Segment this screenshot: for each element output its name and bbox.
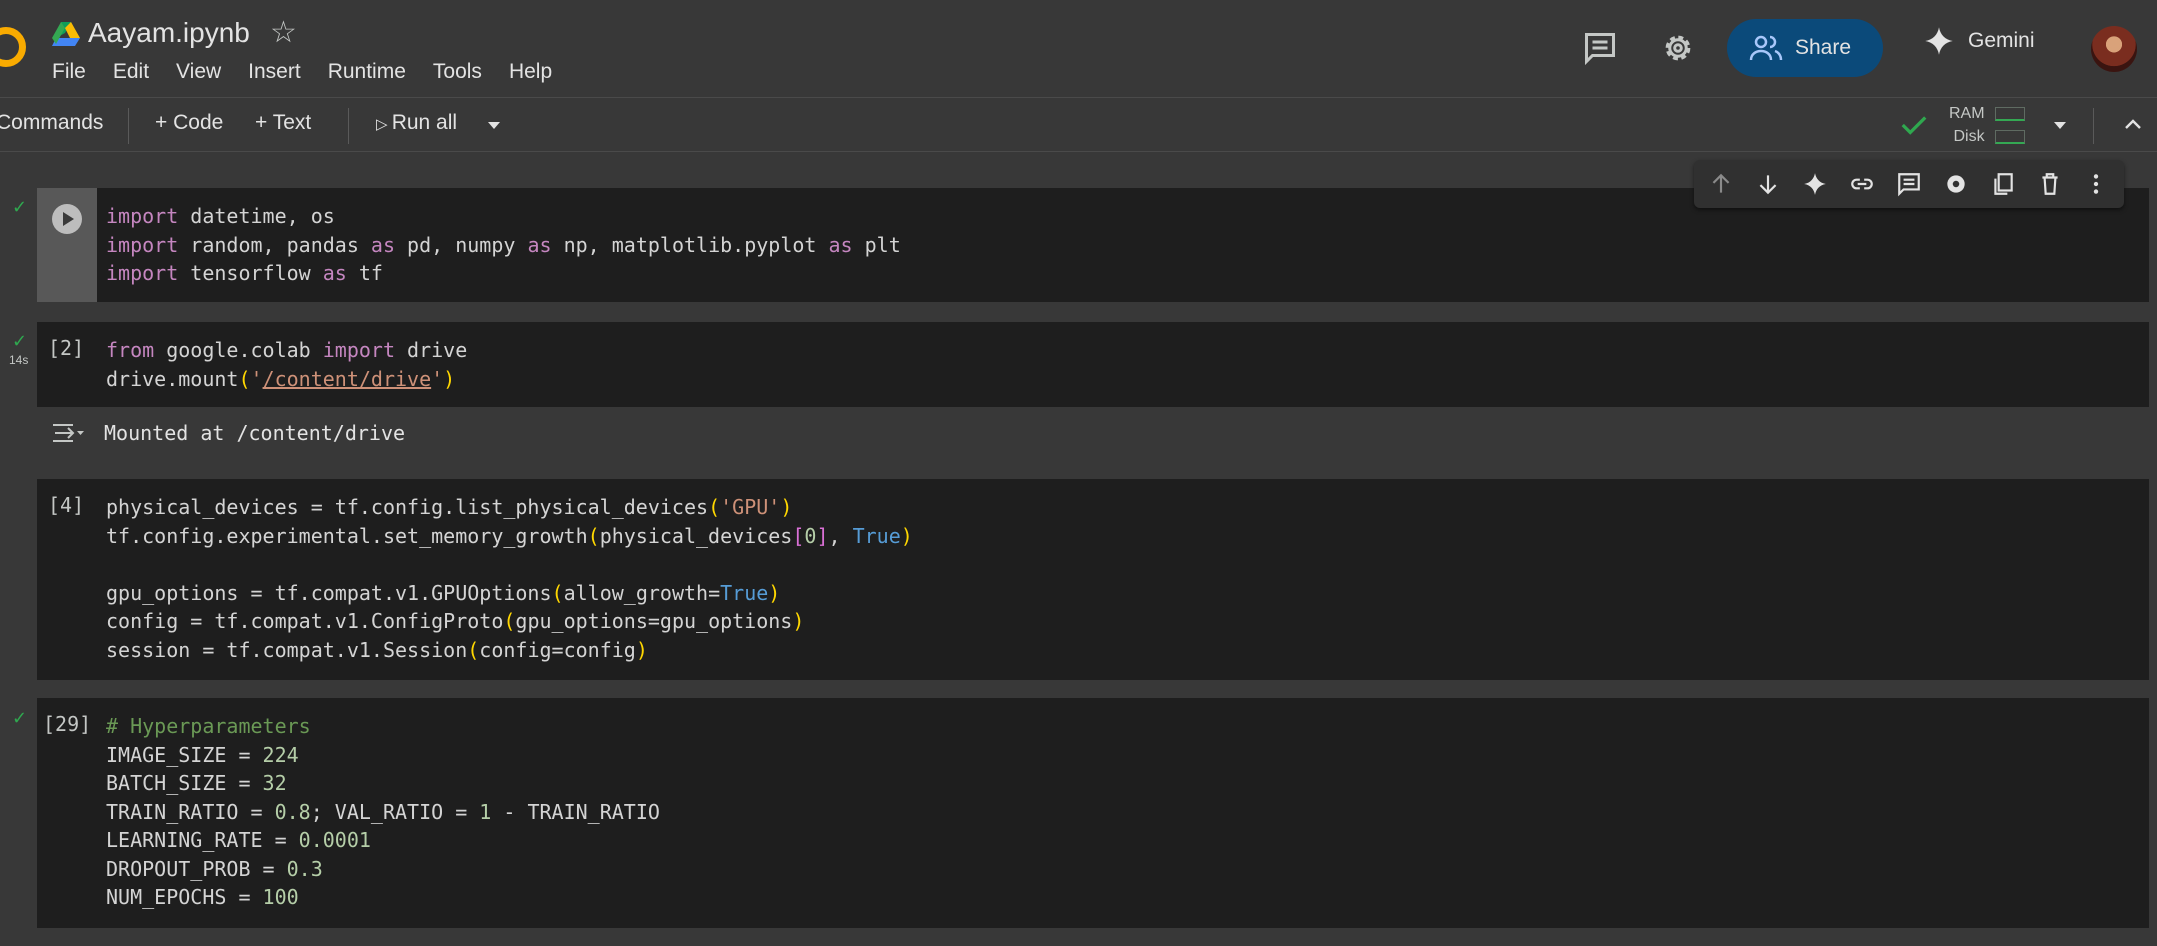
code-cell[interactable]: [29] # Hyperparameters IMAGE_SIZE = 224 … [37,698,2149,928]
gear-icon[interactable] [1660,30,1696,66]
cell-toolbar [1694,160,2124,208]
code-editor[interactable]: physical_devices = tf.config.list_physic… [106,493,913,664]
output-text: Mounted at /content/drive [104,421,406,445]
sparkle-icon[interactable] [1802,171,1828,197]
menu-runtime[interactable]: Runtime [328,60,406,84]
add-code-button[interactable]: + Code [155,111,223,135]
disk-label: Disk [1953,127,1985,145]
resource-monitor[interactable]: RAM Disk [1949,102,2025,148]
toolbar-divider [128,108,129,144]
plus-icon: + [155,111,174,134]
add-text-label: Text [272,111,312,134]
ram-bar [1994,106,2025,121]
cell-gutter [37,188,97,302]
arrow-down-icon[interactable] [1755,171,1781,197]
star-icon[interactable]: ☆ [270,15,297,50]
check-icon: ✓ [12,331,28,351]
plus-icon: + [255,111,273,134]
colab-logo-icon[interactable] [0,27,26,67]
share-button[interactable]: Share [1727,19,1883,77]
code-line: config = tf.compat.v1.ConfigProto(gpu_op… [106,609,805,633]
notebook-toolbar: Commands + Code + Text ▷ Run all RAM Dis… [0,97,2157,152]
menu-tools[interactable]: Tools [433,60,482,84]
disk-indicator: Disk [1949,125,2025,148]
menu-file[interactable]: File [52,60,86,84]
comment-icon[interactable] [1896,171,1922,197]
cell-output: Mounted at /content/drive [37,407,2149,455]
code-line: gpu_options = tf.compat.v1.GPUOptions(al… [106,580,781,605]
ram-label: RAM [1949,104,1985,122]
menu-bar: File Edit View Insert Runtime Tools Help [52,60,579,84]
code-cell[interactable]: [4] physical_devices = tf.config.list_ph… [37,479,2149,680]
code-editor[interactable]: from google.colab import drive drive.mou… [106,336,467,393]
check-icon[interactable] [1899,110,1929,140]
run-all-button[interactable]: ▷ Run all [376,111,457,135]
toolbar-divider [348,108,349,144]
code-editor[interactable]: import datetime, os import random, panda… [106,202,901,288]
copy-icon[interactable] [1990,171,2016,197]
menu-help[interactable]: Help [509,60,552,84]
more-vert-icon[interactable] [2083,171,2109,197]
add-code-label: Code [173,111,224,134]
commands-button[interactable]: Commands [0,111,103,135]
run-all-label: Run all [391,111,458,134]
add-text-button[interactable]: + Text [255,111,311,135]
chevron-up-icon[interactable] [2121,113,2145,137]
menu-view[interactable]: View [176,60,221,84]
code-line: import tensorflow as tf [106,261,383,285]
people-icon [1749,35,1783,61]
code-cell[interactable]: [2] from google.colab import drive drive… [37,322,2149,407]
chevron-down-icon[interactable] [486,118,502,132]
menu-edit[interactable]: Edit [113,60,149,84]
code-line: TRAIN_RATIO = 0.8; VAL_RATIO = 1 - TRAIN… [106,799,660,824]
gemini-label: Gemini [1968,29,2035,52]
arrow-up-icon[interactable] [1708,171,1734,197]
trash-icon[interactable] [2037,171,2063,197]
code-line: import datetime, os [106,204,335,228]
link-icon[interactable] [1849,171,1875,197]
header: Aayam.ipynb ☆ File Edit View Insert Runt… [0,0,2157,97]
share-label: Share [1795,36,1852,59]
code-line: # Hyperparameters [106,714,311,738]
code-line: IMAGE_SIZE = 224 [106,742,299,767]
execution-count: [29] [43,712,92,736]
code-line: tf.config.experimental.set_memory_growth… [106,523,913,548]
run-cell-icon[interactable] [52,204,82,234]
code-line: LEARNING_RATE = 0.0001 [106,828,371,852]
sparkle-icon [1925,27,1953,55]
menu-insert[interactable]: Insert [248,60,301,84]
disk-bar [1994,129,2025,144]
check-icon: ✓ [12,708,28,728]
code-line: import random, pandas as pd, numpy as np… [106,232,901,257]
code-line: NUM_EPOCHS = 100 [106,885,299,909]
check-icon: ✓ [12,197,28,217]
play-icon: ▷ [376,116,392,133]
code-line: DROPOUT_PROB = 0.3 [106,856,323,881]
gear-icon[interactable] [1943,171,1969,197]
drive-icon[interactable] [52,22,80,46]
comment-icon[interactable] [1582,30,1618,66]
code-line: from google.colab import drive [106,338,468,362]
avatar[interactable] [2091,26,2137,72]
ram-indicator: RAM [1949,102,2025,125]
execution-duration: 14s [9,353,29,367]
output-icon[interactable] [51,419,85,447]
execution-count: [4] [48,493,85,517]
code-line: session = tf.compat.v1.Session(config=co… [106,637,648,662]
code-line: physical_devices = tf.config.list_physic… [106,495,793,519]
execution-count: [2] [48,336,85,360]
chevron-down-icon[interactable] [2052,118,2068,132]
toolbar-divider [2093,108,2094,144]
code-editor[interactable]: # Hyperparameters IMAGE_SIZE = 224 BATCH… [106,712,660,912]
code-line: drive.mount('/content/drive') [106,366,456,391]
gemini-button[interactable]: Gemini [1924,26,2035,56]
code-line: BATCH_SIZE = 32 [106,771,287,795]
notebook-title[interactable]: Aayam.ipynb [88,17,250,49]
